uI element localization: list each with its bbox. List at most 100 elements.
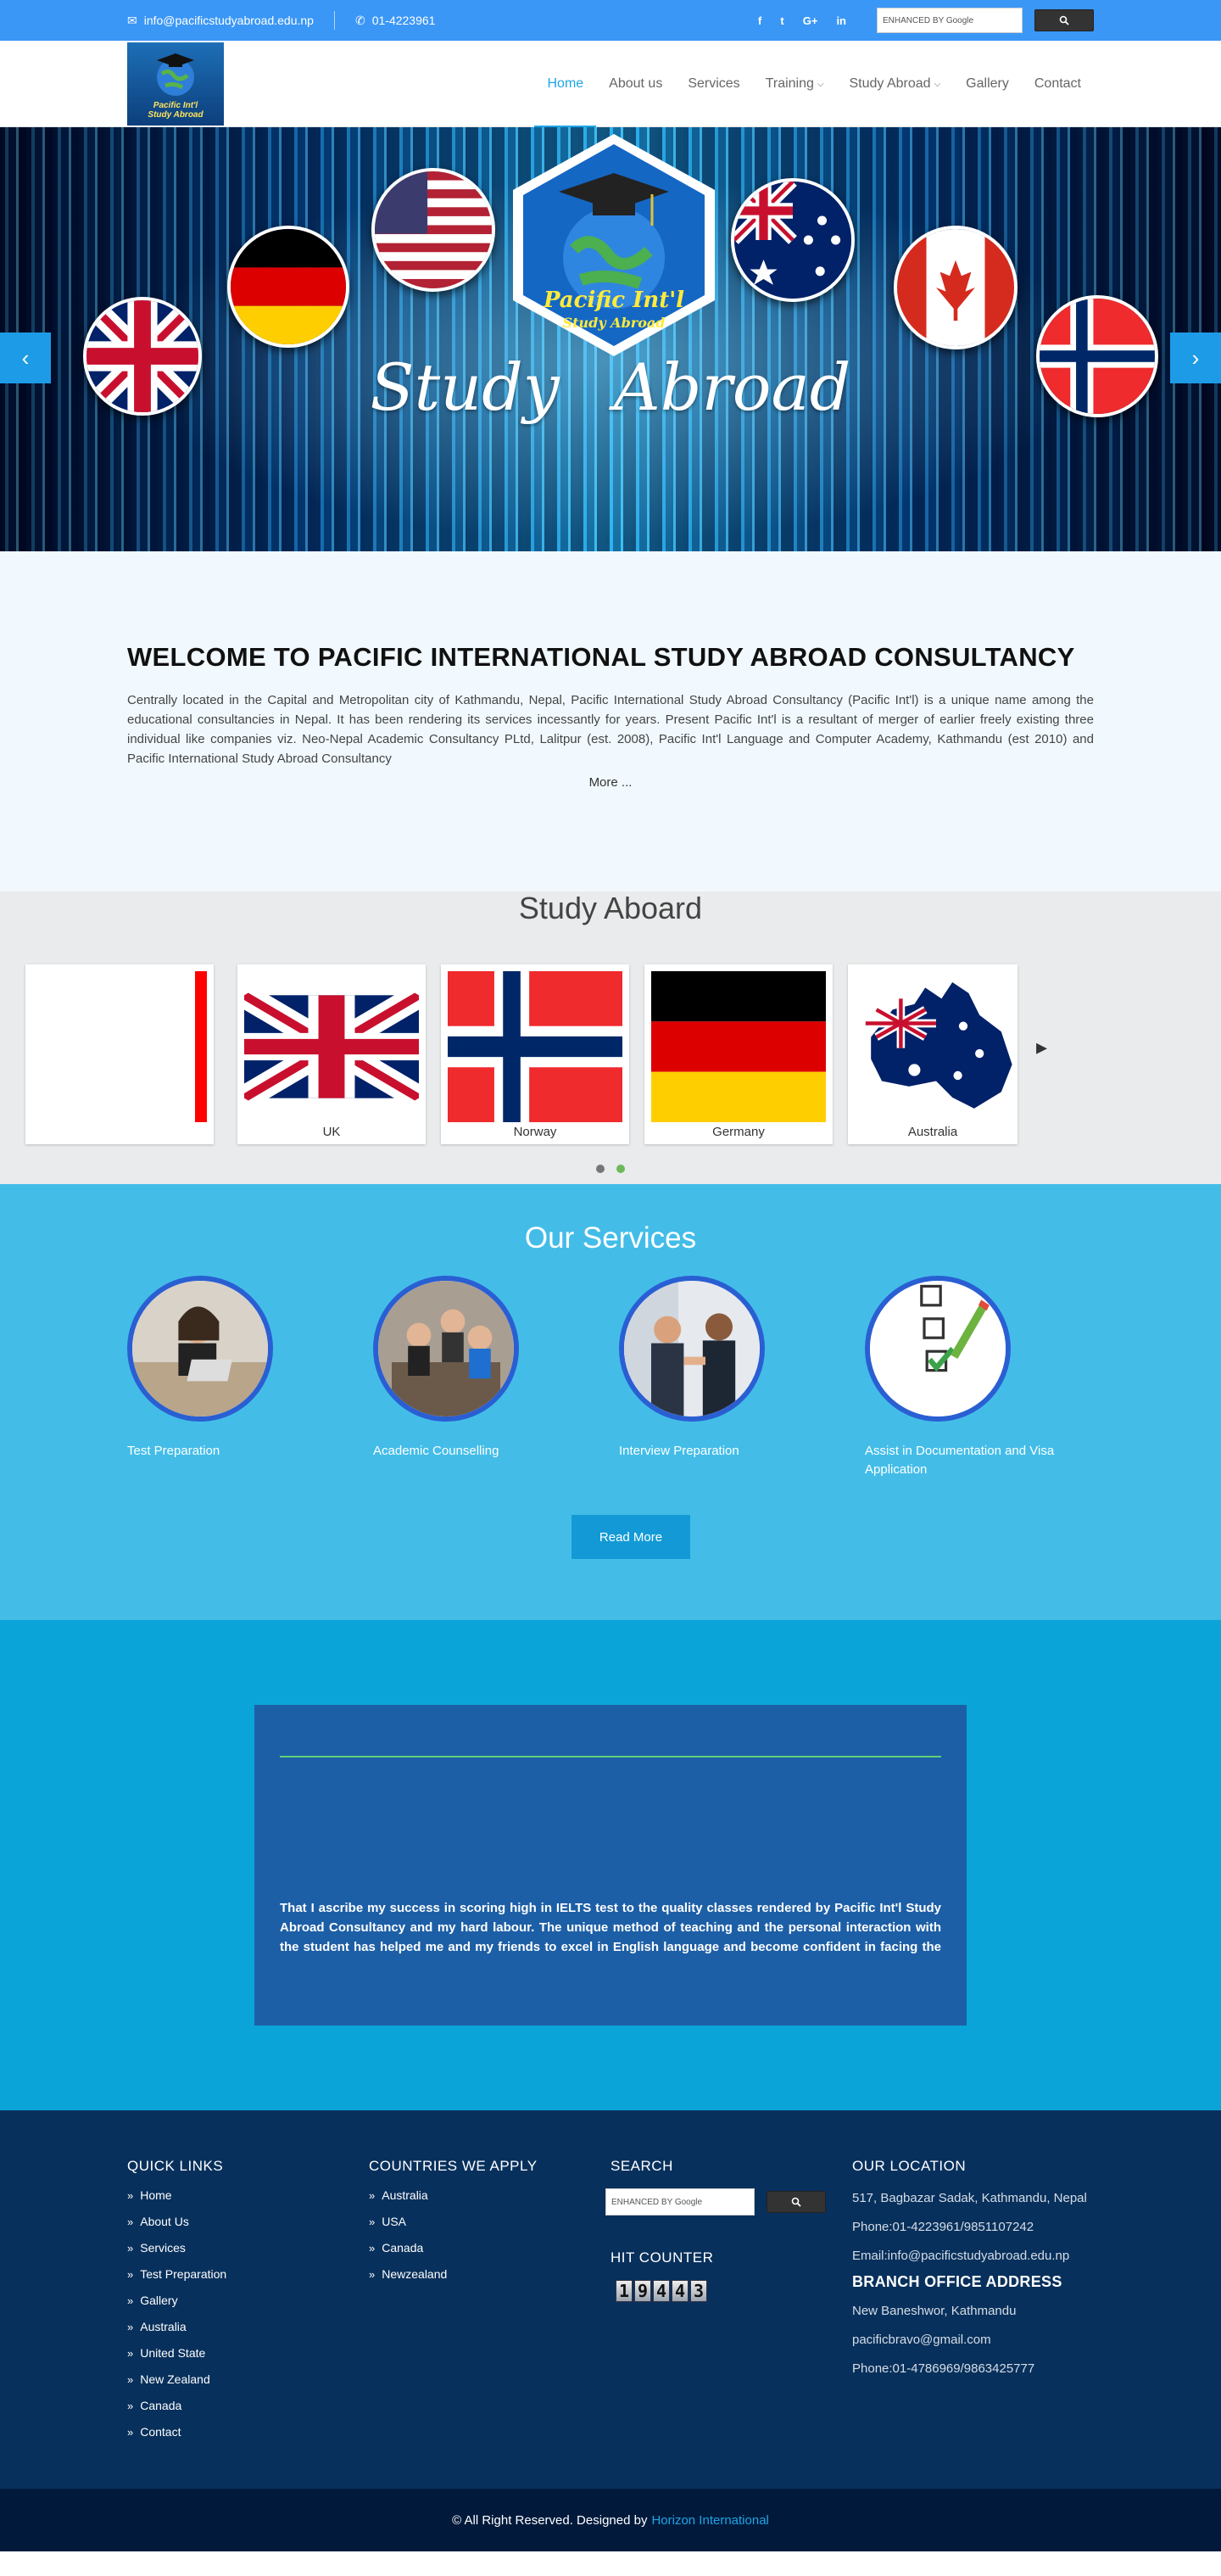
footer-heading: OUR LOCATION: [852, 2158, 967, 2174]
service-item[interactable]: Assist in Documentation and Visa Applica…: [865, 1276, 1094, 1479]
search-input[interactable]: ENHANCED BY Google: [877, 8, 1023, 33]
australia-map-icon: [855, 971, 1018, 1122]
copyright-text: © All Right Reserved. Designed by: [452, 2512, 648, 2528]
hero-logo-text: Pacific Int'l: [543, 288, 684, 313]
phone-icon: ✆: [354, 13, 365, 27]
footer-heading: COUNTRIES WE APPLY: [369, 2158, 538, 2174]
google-plus-icon[interactable]: G+: [803, 14, 818, 27]
chevron-left-icon: ‹: [21, 344, 30, 371]
testimonial-divider: [280, 1756, 941, 1757]
quick-link[interactable]: New Zealand: [127, 2372, 369, 2387]
read-more-button[interactable]: Read More: [571, 1515, 690, 1559]
carousel-dot[interactable]: [596, 1165, 605, 1173]
nav-home[interactable]: Home: [534, 41, 597, 127]
email-link[interactable]: info@pacificstudyabroad.edu.np: [144, 14, 314, 27]
hero-logo-subtext: Study Abroad: [563, 315, 666, 331]
testimonial-section: That I ascribe my success in scoring hig…: [0, 1620, 1221, 2110]
carousel-dot-active[interactable]: [616, 1165, 625, 1173]
quick-link[interactable]: United State: [127, 2346, 369, 2361]
twitter-icon[interactable]: t: [780, 14, 783, 27]
carousel-dots: [0, 1165, 1221, 1173]
country-link[interactable]: USA: [369, 2215, 610, 2229]
carousel-next-icon[interactable]: ▸: [1036, 1034, 1047, 1060]
footer-search-input[interactable]: ENHANCED BY Google: [605, 2188, 755, 2216]
envelope-icon: ✉: [127, 13, 137, 27]
quick-link[interactable]: About Us: [127, 2215, 369, 2229]
counter-digit: 4: [672, 2280, 689, 2302]
quick-link[interactable]: Canada: [127, 2399, 369, 2413]
footer-search-button[interactable]: [767, 2191, 826, 2213]
quick-link[interactable]: Home: [127, 2188, 369, 2203]
footer-heading: HIT COUNTER: [610, 2249, 714, 2266]
service-item[interactable]: Test Preparation: [127, 1276, 356, 1479]
uk-flag-icon: [244, 971, 419, 1122]
nav-training[interactable]: Training ⌵: [753, 41, 837, 127]
email[interactable]: Email:info@pacificstudyabroad.edu.np: [852, 2246, 1094, 2266]
slider-next-button[interactable]: ›: [1170, 332, 1221, 383]
nav-label: Gallery: [966, 76, 1009, 91]
branch-heading: BRANCH OFFICE ADDRESS: [852, 2273, 1062, 2290]
country-card-germany[interactable]: Germany: [644, 964, 833, 1144]
facebook-icon[interactable]: f: [758, 14, 761, 27]
testimonial-text: That I ascribe my success in scoring hig…: [280, 1901, 941, 1954]
australia-flag-icon: [731, 178, 855, 302]
nav-label: Services: [688, 76, 740, 91]
country-link[interactable]: Australia: [369, 2188, 610, 2203]
top-bar: ✉ info@pacificstudyabroad.edu.np ✆ 01-42…: [0, 0, 1221, 41]
service-label: Interview Preparation: [619, 1444, 739, 1458]
more-link[interactable]: More ...: [589, 775, 633, 790]
search-icon: [1059, 15, 1069, 25]
nav-study-abroad[interactable]: Study Abroad ⌵: [837, 41, 954, 127]
branch-email[interactable]: pacificbravo@gmail.com: [852, 2330, 1094, 2350]
quick-link[interactable]: Gallery: [127, 2294, 369, 2308]
linkedin-icon[interactable]: in: [836, 14, 846, 27]
service-label: Assist in Documentation and Visa Applica…: [865, 1444, 1055, 1477]
nav-label: Contact: [1034, 76, 1081, 91]
hero-title: Study Abroad: [370, 349, 851, 425]
country-card-uk[interactable]: UK: [237, 964, 426, 1144]
test-preparation-image: [127, 1276, 273, 1422]
service-item[interactable]: Interview Preparation: [619, 1276, 848, 1479]
nav-gallery[interactable]: Gallery: [953, 41, 1022, 127]
academic-counselling-image: [373, 1276, 519, 1422]
quick-link[interactable]: Contact: [127, 2425, 369, 2439]
nav-about[interactable]: About us: [596, 41, 675, 127]
nav-label: Training: [765, 76, 814, 91]
service-label: Test Preparation: [127, 1444, 220, 1458]
quick-link[interactable]: Test Preparation: [127, 2267, 369, 2282]
service-item[interactable]: Academic Counselling: [373, 1276, 602, 1479]
section-title: Study Aboard: [518, 891, 703, 925]
site-logo[interactable]: Pacific Int'l Study Abroad: [127, 42, 224, 126]
section-title: Our Services: [524, 1221, 697, 1254]
counter-digit: 1: [616, 2280, 633, 2302]
slider-prev-button[interactable]: ‹: [0, 332, 51, 383]
nav-contact[interactable]: Contact: [1022, 41, 1094, 127]
usa-flag-icon: [371, 168, 495, 292]
footer: QUICK LINKS Home About Us Services Test …: [0, 2110, 1221, 2489]
country-link[interactable]: Newzealand: [369, 2267, 610, 2282]
hero-logo-icon: Pacific Int'l Study Abroad: [513, 134, 715, 356]
services-section: Our Services Test Preparation Academic C…: [0, 1184, 1221, 1620]
welcome-body: Centrally located in the Capital and Met…: [127, 693, 1094, 766]
hero-slider: Pacific Int'l Study Abroad Study Abroad …: [0, 127, 1221, 551]
branch-phone: Phone:01-4786969/9863425777: [852, 2361, 1035, 2376]
quick-link[interactable]: Australia: [127, 2320, 369, 2334]
logo-tagline: Study Abroad: [148, 110, 204, 120]
footer-heading: SEARCH: [610, 2158, 673, 2174]
hit-counter: 1 9 4 4 3: [616, 2280, 852, 2302]
nav-services[interactable]: Services: [675, 41, 752, 127]
chevron-down-icon: ⌵: [817, 79, 824, 89]
country-link[interactable]: Canada: [369, 2241, 610, 2255]
study-aboard-section: Study Aboard ◂ UK Norway Germany Austral…: [0, 891, 1221, 1184]
designer-link[interactable]: Horizon International: [651, 2513, 768, 2528]
navbar: Pacific Int'l Study Abroad Home About us…: [0, 41, 1221, 127]
country-carousel: UK Norway Germany Australia: [25, 964, 1018, 1144]
welcome-title: WELCOME TO PACIFIC INTERNATIONAL STUDY A…: [127, 642, 1075, 672]
norway-flag-icon: [448, 971, 622, 1122]
main-menu: Home About us Services Training ⌵ Study A…: [534, 41, 1094, 127]
search-button[interactable]: [1034, 9, 1094, 31]
country-card-norway[interactable]: Norway: [441, 964, 629, 1144]
quick-link[interactable]: Services: [127, 2241, 369, 2255]
country-card-australia[interactable]: Australia: [848, 964, 1018, 1144]
country-card-partial: [25, 964, 214, 1144]
